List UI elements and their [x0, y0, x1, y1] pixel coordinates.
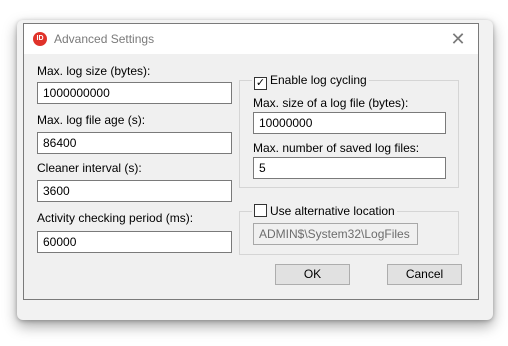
cleaner-interval-input[interactable]: 3600	[37, 180, 232, 202]
enable-log-cycling-label: Enable log cycling	[270, 73, 367, 87]
max-saved-log-files-input[interactable]: 5	[253, 157, 446, 179]
use-alt-location-checkbox[interactable]	[254, 204, 267, 217]
activity-checking-period-input[interactable]: 60000	[37, 231, 232, 253]
max-saved-log-files-label: Max. number of saved log files:	[253, 141, 420, 155]
alt-location-path-input[interactable]: ADMIN$\System32\LogFiles	[253, 223, 418, 245]
advanced-settings-dialog: ID Advanced Settings ✕ Max. log size (by…	[23, 23, 479, 300]
cleaner-interval-label: Cleaner interval (s):	[37, 161, 142, 175]
alt-location-legend: Use alternative location	[252, 204, 397, 218]
max-log-size-label: Max. log size (bytes):	[37, 64, 151, 78]
log-cycling-legend: ✓ Enable log cycling	[252, 73, 369, 90]
cancel-button[interactable]: Cancel	[387, 264, 462, 285]
dialog-title: Advanced Settings	[54, 32, 155, 46]
activity-checking-period-label: Activity checking period (ms):	[37, 211, 194, 225]
use-alt-location-label: Use alternative location	[270, 204, 395, 218]
app-logo-icon: ID	[33, 32, 47, 46]
ok-button[interactable]: OK	[275, 264, 350, 285]
max-size-log-file-label: Max. size of a log file (bytes):	[253, 96, 409, 110]
title-bar: ID Advanced Settings ✕	[24, 24, 478, 54]
max-log-size-input[interactable]: 1000000000	[37, 82, 232, 104]
close-icon[interactable]: ✕	[444, 27, 472, 51]
max-log-file-age-label: Max. log file age (s):	[37, 113, 146, 127]
max-size-log-file-input[interactable]: 10000000	[253, 112, 446, 134]
enable-log-cycling-checkbox[interactable]: ✓	[254, 77, 267, 90]
max-log-file-age-input[interactable]: 86400	[37, 132, 232, 154]
